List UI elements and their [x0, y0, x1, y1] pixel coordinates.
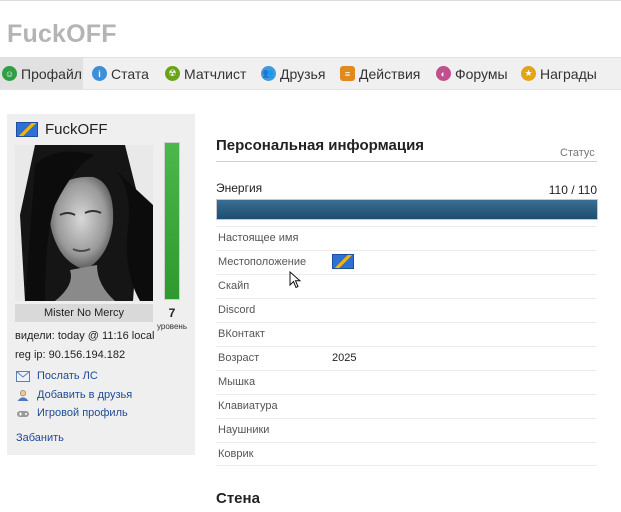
- mail-icon: [16, 370, 30, 382]
- info-label: Местоположение: [218, 256, 307, 268]
- smile-icon: ☺: [2, 66, 17, 81]
- game-profile-link[interactable]: Игровой профиль: [16, 407, 128, 419]
- avatar: [15, 145, 153, 301]
- tab-actions[interactable]: ≡ Действия: [340, 58, 420, 89]
- location-flag-icon: [332, 254, 354, 269]
- info-row: Клавиатура: [216, 394, 597, 418]
- level-bar-fill: [165, 143, 179, 299]
- info-row: Коврик: [216, 442, 597, 466]
- info-value: 2025: [332, 352, 357, 364]
- info-label: Клавиатура: [218, 400, 278, 412]
- radiation-icon: ☢: [165, 66, 180, 81]
- tab-friends[interactable]: 👥 Друзья: [261, 58, 325, 89]
- country-flag-icon: [16, 122, 38, 137]
- energy-bar: [216, 199, 598, 220]
- add-friend-link[interactable]: Добавить в друзья: [16, 389, 132, 401]
- tab-awards[interactable]: ★ Награды: [521, 58, 597, 89]
- section-divider: [216, 161, 597, 162]
- tab-stats[interactable]: i Стата: [92, 58, 149, 89]
- info-icon: i: [92, 66, 107, 81]
- tab-matchlist[interactable]: ☢ Матчлист: [165, 58, 246, 89]
- scroll-icon: ≡: [340, 66, 355, 81]
- profile-nav: ☺ Профайл i Стата ☢ Матчлист 👥 Друзья ≡ …: [0, 57, 621, 90]
- tab-label: Награды: [540, 65, 597, 82]
- info-row: Местоположение: [216, 250, 597, 274]
- section-title: Персональная информация: [216, 137, 425, 154]
- avatar-photo: [15, 145, 153, 301]
- tab-label: Профайл: [21, 65, 82, 82]
- player-nickname: Mister No Mercy: [15, 304, 153, 322]
- info-row: Мышка: [216, 370, 597, 394]
- medal-icon: ★: [521, 66, 536, 81]
- level-number: 7: [168, 306, 176, 320]
- tab-profile[interactable]: ☺ Профайл: [0, 58, 83, 89]
- forum-icon: ◐: [436, 66, 451, 81]
- site-title: FuckOFF: [7, 20, 117, 48]
- top-divider: [0, 0, 621, 1]
- ban-link[interactable]: Забанить: [16, 432, 64, 444]
- tab-forums[interactable]: ◐ Форумы: [436, 58, 508, 89]
- info-row: Возраст 2025: [216, 346, 597, 370]
- info-label: Discord: [218, 304, 256, 316]
- action-label: Послать ЛС: [37, 370, 98, 382]
- energy-label: Энергия: [216, 181, 263, 195]
- info-row: Настоящее имя: [216, 226, 597, 250]
- info-label: Настоящее имя: [218, 232, 299, 244]
- energy-value: 110 / 110: [548, 183, 597, 197]
- profile-name: FuckOFF: [45, 121, 108, 138]
- info-row: Discord: [216, 298, 597, 322]
- info-label: Коврик: [218, 448, 254, 460]
- info-label: Скайп: [218, 280, 250, 292]
- action-label: Добавить в друзья: [37, 389, 133, 401]
- tab-label: Матчлист: [184, 65, 247, 82]
- info-label: Наушники: [218, 424, 270, 436]
- tab-label: Действия: [359, 65, 421, 82]
- mouse-cursor-icon: [289, 271, 301, 289]
- add-friend-icon: [17, 389, 29, 401]
- status-label: Статус: [560, 147, 595, 159]
- profile-card: FuckOFF Mister No Mercy 7 уровень видели…: [7, 114, 195, 455]
- level-label: уровень: [156, 322, 187, 331]
- tab-label: Стата: [111, 65, 149, 82]
- send-message-link[interactable]: Послать ЛС: [16, 370, 98, 382]
- wall-title: Стена: [216, 490, 260, 507]
- info-label: ВКонтакт: [218, 328, 265, 340]
- info-label: Мышка: [218, 376, 256, 388]
- energy-bar-fill: [217, 200, 597, 219]
- last-seen: видели: today @ 11:16 local: [15, 330, 155, 342]
- tab-label: Друзья: [280, 65, 326, 82]
- info-label: Возраст: [218, 352, 260, 364]
- level-bar: [164, 142, 180, 300]
- reg-ip: reg ip: 90.156.194.182: [15, 349, 126, 361]
- action-label: Игровой профиль: [37, 407, 128, 419]
- users-icon: 👥: [261, 66, 276, 81]
- info-row: Скайп: [216, 274, 597, 298]
- gamepad-icon: [17, 410, 29, 417]
- info-row: Наушники: [216, 418, 597, 442]
- tab-label: Форумы: [455, 65, 508, 82]
- info-row: ВКонтакт: [216, 322, 597, 346]
